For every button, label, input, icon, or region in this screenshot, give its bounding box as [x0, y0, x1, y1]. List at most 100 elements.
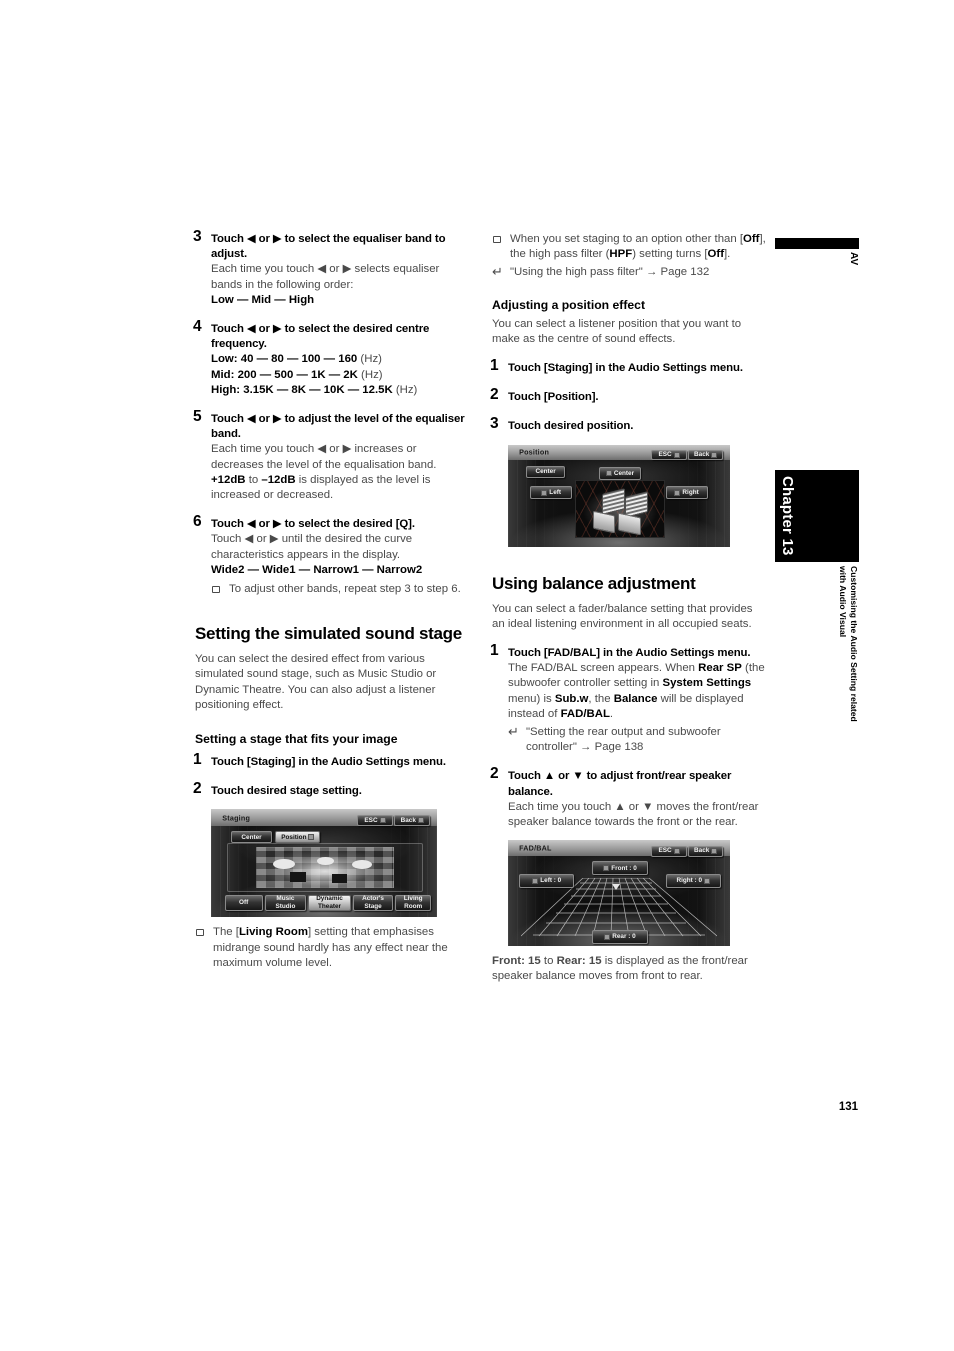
position-left-button[interactable]: Left [530, 486, 573, 500]
rear-sp-keyword: Rear SP [698, 662, 742, 675]
off-keyword-1: Off [743, 233, 760, 245]
back-indicator-icon [711, 452, 718, 459]
preset-label: Music Studio [275, 895, 296, 910]
note-text: To adjust other bands, repeat step 3 to … [229, 583, 461, 596]
note-repeat-steps: To adjust other bands, repeat step 3 to … [211, 582, 470, 597]
rear-range: Rear: 15 [556, 955, 602, 968]
front-button[interactable]: Front : 0 [592, 861, 648, 876]
step-body: The FAD/BAL screen appears. When Rear SP… [508, 661, 767, 722]
rear-button[interactable]: Rear : 0 [592, 930, 648, 945]
position-step-2: 2 Touch [Position]. [490, 386, 767, 405]
stage-riser [331, 873, 347, 884]
level-range-from: +12dB [211, 473, 246, 486]
back-label: Back [694, 847, 710, 855]
esc-button[interactable]: ESC [651, 845, 687, 857]
heading-balance-adjustment: Using balance adjustment [492, 573, 696, 593]
note-living-room: The [Living Room] setting that emphasise… [195, 925, 470, 971]
reference-high-pass-filter: ↵ "Using the high pass filter" → Page 13… [492, 264, 767, 280]
step-3: 3 Touch ◀ or ▶ to select the equaliser b… [193, 228, 470, 308]
stage-step-2: 2 Touch desired stage setting. [193, 780, 470, 799]
screen-title: FAD/BAL [519, 843, 552, 853]
note-hpf: When you set staging to an option other … [492, 232, 767, 262]
av-tab-bar [775, 238, 859, 249]
chapter-tab-label: Chapter 13 [779, 476, 796, 556]
preset-button-actors-stage[interactable]: Actor's Stage [353, 894, 393, 911]
rear-label: Rear : 0 [612, 933, 636, 941]
body-f: . [609, 707, 614, 720]
step-title: Touch [FAD/BAL] in the Audio Settings me… [508, 647, 751, 660]
caption-to: to [543, 955, 554, 968]
heading-adjusting-position-effect: Adjusting a position effect [492, 297, 646, 312]
step-title: Touch [Position]. [508, 391, 599, 404]
level-range-to-word: to [248, 473, 259, 486]
frequency-mid-row: Mid: 200 — 500 — 1K — 2K (Hz) [211, 368, 470, 383]
back-button[interactable]: Back [688, 449, 724, 461]
preset-button-off[interactable]: Off [224, 894, 263, 911]
esc-indicator-icon [673, 848, 680, 855]
center-tab-button[interactable]: Center [525, 466, 566, 479]
step-number: 4 [193, 318, 202, 336]
preset-button-dynamic-theater[interactable]: Dynamic Theater [308, 894, 351, 911]
level-range-row: +12dB to –12dB is displayed as the level… [211, 473, 470, 503]
right-column: When you set staging to an option other … [490, 232, 767, 985]
reference-text: "Using the high pass filter" → Page 132 [510, 266, 710, 279]
step-title: Touch [Staging] in the Audio Settings me… [508, 362, 743, 375]
preset-button-music-studio[interactable]: Music Studio [265, 894, 306, 911]
screen-title: Staging [222, 813, 251, 823]
position-right-button[interactable]: Right [665, 486, 708, 500]
step-number: 2 [193, 780, 202, 798]
reference-rear-output: ↵ "Setting the rear output and subwoofer… [508, 724, 767, 755]
body-c: menu) is [508, 692, 555, 705]
front-range: Front: 15 [492, 955, 541, 968]
step-4: 4 Touch ◀ or ▶ to select the desired cen… [193, 318, 470, 398]
center-tab-button[interactable]: Center [231, 831, 272, 844]
reference-arrow-icon: ↵ [508, 724, 519, 740]
q-curve-order: Wide2 — Wide1 — Narrow1 — Narrow2 [211, 563, 423, 576]
chapter-subtitle-line1: Customising the Audio Setting related [849, 566, 859, 722]
body-d: , the [588, 692, 614, 705]
left-indicator-icon [541, 489, 548, 496]
back-label: Back [694, 451, 710, 459]
back-button[interactable]: Back [394, 814, 431, 827]
fadbal-screen-image: FAD/BAL ESC Back Front: 0 Rear: 0 Left… [508, 840, 730, 947]
right-button[interactable]: Right : 0 [665, 874, 721, 888]
position-step-3: 3 Touch desired position. [490, 415, 767, 434]
step-body: Each time you touch ▲ or ▼ moves the fro… [508, 800, 759, 829]
frequency-mid-unit: (Hz) [361, 368, 383, 381]
step-title: Touch ◀ or ▶ to select the equaliser ban… [211, 233, 446, 261]
subw-keyword: Sub.w [554, 692, 589, 705]
sound-stage-description: You can select the desired effect from v… [195, 653, 437, 711]
position-tab-button[interactable]: Position [275, 831, 321, 844]
fadbal-keyword: FAD/BAL [560, 707, 610, 720]
note-square-icon [196, 929, 204, 937]
balance-step-1: 1 Touch [FAD/BAL] in the Audio Settings … [490, 642, 767, 755]
drum-icon [316, 856, 335, 866]
down-arrow-icon [604, 934, 611, 941]
preset-label: Actor's Stage [362, 895, 384, 910]
chapter-subtitle: Customising the Audio Setting related wi… [775, 566, 859, 796]
balance-range-caption: Front: 15 to Rear: 15 is displayed as th… [492, 954, 767, 984]
step-number: 1 [490, 642, 499, 660]
step-title: Touch desired stage setting. [211, 785, 362, 798]
esc-button[interactable]: ESC [357, 814, 393, 827]
left-button[interactable]: Left : 0 [519, 874, 575, 888]
step-5: 5 Touch ◀ or ▶ to adjust the level of th… [193, 408, 470, 503]
heading-simulated-sound-stage: Setting the simulated sound stage [195, 624, 462, 644]
back-button[interactable]: Back [688, 845, 724, 857]
step-6: 6 Touch ◀ or ▶ to select the desired [Q]… [193, 513, 470, 597]
step-body: Touch ◀ or ▶ until the desired the curve… [211, 533, 413, 561]
position-indicator-icon [308, 834, 315, 841]
center-tab-label: Center [241, 833, 262, 841]
step-body: Each time you touch ◀ or ▶ selects equal… [211, 263, 440, 291]
preset-button-living-room[interactable]: Living Room [395, 894, 432, 911]
esc-button[interactable]: ESC [651, 449, 687, 461]
step-number: 3 [193, 228, 202, 245]
position-center-button[interactable]: Center [599, 467, 641, 480]
stage-step-1: 1 Touch [Staging] in the Audio Settings … [193, 751, 470, 770]
preset-label: Dynamic Theater [316, 895, 343, 910]
step-title: Touch desired position. [508, 420, 634, 433]
seats-graphic [574, 480, 666, 539]
page-number: 131 [838, 1101, 858, 1113]
reference-text: "Setting the rear output and subwoofer c… [526, 726, 721, 754]
position-effect-description: You can select a listener position that … [492, 317, 742, 345]
